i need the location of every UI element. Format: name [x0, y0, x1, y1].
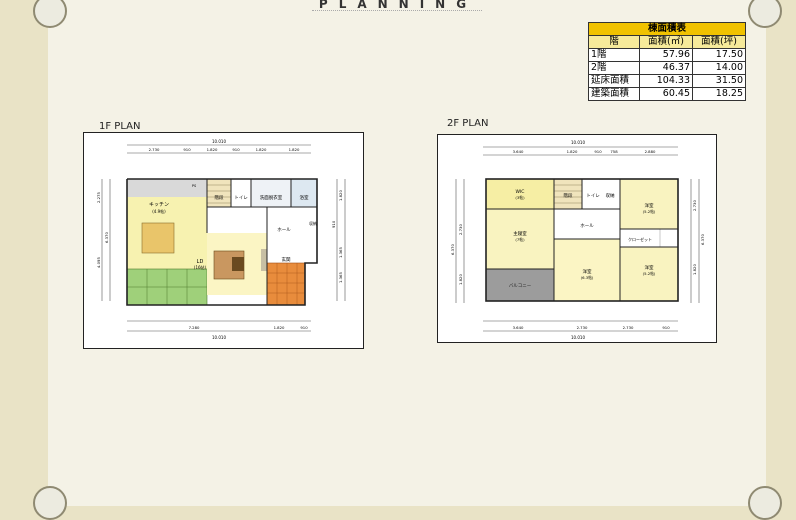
- dim-label: 758: [610, 149, 618, 154]
- room-label-stairs-2f: 階段: [564, 192, 573, 199]
- hall-1f: [267, 207, 317, 263]
- dim-label: 1.365: [338, 272, 343, 283]
- dim-label: 2.880: [645, 149, 656, 154]
- dim-label: 910: [331, 220, 336, 228]
- dim-label: 1.365: [338, 247, 343, 258]
- dim-label: 2.275: [96, 192, 101, 203]
- dim-label: 6.370: [104, 232, 109, 243]
- entrance: [266, 262, 306, 306]
- toilet-1f: [230, 178, 252, 208]
- room-label-entrance: 玄関: [282, 256, 291, 263]
- dining-table: [141, 222, 175, 254]
- plan-2f-total-bottom: 10.010: [571, 335, 585, 340]
- room-label-bath: 浴室: [300, 194, 309, 201]
- dim-label: 6.370: [450, 244, 455, 255]
- dim-label: 3.640: [513, 325, 524, 330]
- room-label-kitchen: キッチン: [149, 202, 169, 208]
- room-label-hall-1f: ホール: [277, 227, 291, 233]
- room-label-master-bedroom: 主寝室: [513, 230, 527, 237]
- coffee-table: [232, 257, 244, 271]
- shoe-cabinet: [261, 249, 267, 271]
- area-table-row: 延床面積 104.33 31.50: [588, 74, 746, 88]
- room-size-western-2: (5.2帖): [643, 271, 656, 276]
- room-size-master-bedroom: (7帖): [515, 237, 525, 242]
- kitchen-counter: [127, 179, 207, 197]
- corner-ornament-bottom-right: [748, 486, 782, 520]
- area-table-col-floor: 階: [588, 35, 640, 49]
- plan-2f-label: 2F PLAN: [447, 118, 489, 129]
- plan-2f-total-top: 10.010: [571, 140, 585, 145]
- area-table: 棟面積表 階 面積(㎡) 面積(坪) 1階 57.96 17.50 2階 46.37 1…: [588, 22, 746, 101]
- dim-label: 4.095: [96, 257, 101, 268]
- room-label-closet-1f: 収納: [309, 220, 317, 226]
- dim-label: 2.730: [149, 147, 160, 152]
- dim-label: 1.820: [256, 147, 267, 152]
- bathroom: [290, 178, 318, 208]
- dim-label: 910: [594, 149, 602, 154]
- dim-label: 1.820: [274, 325, 285, 330]
- room-size-western-1: (5.2帖): [643, 209, 656, 214]
- area-table-row: 2階 46.37 14.00: [588, 61, 746, 75]
- washroom: [250, 178, 292, 208]
- room-size-wic: (3帖): [515, 195, 525, 200]
- room-size-center-room: (6.3帖): [581, 275, 594, 280]
- dim-label: 1.820: [458, 274, 463, 285]
- plan-1f-total-bottom: 10.010: [212, 335, 226, 340]
- dim-label: 1.820: [567, 149, 578, 154]
- room-label-center-room: 洋室: [583, 268, 592, 275]
- dim-label: 910: [662, 325, 670, 330]
- dim-label: 1.820: [338, 190, 343, 201]
- title-rule: [312, 10, 482, 13]
- plan-1f-frame: 10.010 2.730 910 1.820 910 1.820 1.820 7…: [83, 132, 364, 349]
- dim-label: 910: [232, 147, 240, 152]
- corner-ornament-bottom-left: [33, 486, 67, 520]
- area-table-title: 棟面積表: [588, 22, 746, 36]
- area-table-row: 建築面積 60.45 18.25: [588, 87, 746, 101]
- dim-label: 7.280: [189, 325, 200, 330]
- area-table-col-m2: 面積(㎡): [639, 35, 693, 49]
- area-table-row: 1階 57.96 17.50: [588, 48, 746, 62]
- plan-1f-label: 1F PLAN: [99, 121, 141, 132]
- area-table-col-tsubo: 面積(坪): [692, 35, 746, 49]
- room-label-toilet-1f: トイレ: [234, 196, 248, 201]
- room-label-western-1: 洋室: [645, 202, 654, 209]
- room-label-hall-2f: ホール: [580, 223, 594, 229]
- dim-label: 2.730: [692, 200, 697, 211]
- room-label-toilet-2f: トイレ: [586, 194, 600, 199]
- room-label-balcony: バルコニー: [509, 283, 532, 289]
- dim-label: 2.730: [623, 325, 634, 330]
- dim-label: 1.820: [692, 264, 697, 275]
- dim-label: 1.820: [207, 147, 218, 152]
- dim-label: 910: [183, 147, 191, 152]
- room-size-ld: (16帖): [194, 264, 207, 270]
- room-size-kitchen: (4.9帖): [152, 208, 166, 214]
- dim-label: 6.370: [700, 234, 705, 245]
- room-label-stairs-1f: 階段: [215, 194, 224, 201]
- dim-label: 2.730: [577, 325, 588, 330]
- plan-2f-frame: 10.010 3.640 1.820 910 758 2.880 3.640 2…: [437, 134, 717, 343]
- dim-label: 1.820: [289, 147, 300, 152]
- room-label-storage-2f: 収納: [606, 192, 615, 199]
- plan-2f-drawing: 10.010 3.640 1.820 910 758 2.880 3.640 2…: [450, 140, 705, 340]
- dim-label: 2.730: [458, 224, 463, 235]
- dim-label: 3.640: [513, 149, 524, 154]
- room-label-western-2: 洋室: [645, 264, 654, 271]
- plan-1f-total-top: 10.010: [212, 139, 226, 144]
- dim-label: 910: [300, 325, 308, 330]
- room-label-washroom: 洗面脱衣室: [260, 194, 283, 201]
- plan-1f-drawing: 10.010 2.730 910 1.820 910 1.820 1.820 7…: [96, 139, 346, 340]
- room-label-closet-2f: クローゼット: [628, 236, 652, 242]
